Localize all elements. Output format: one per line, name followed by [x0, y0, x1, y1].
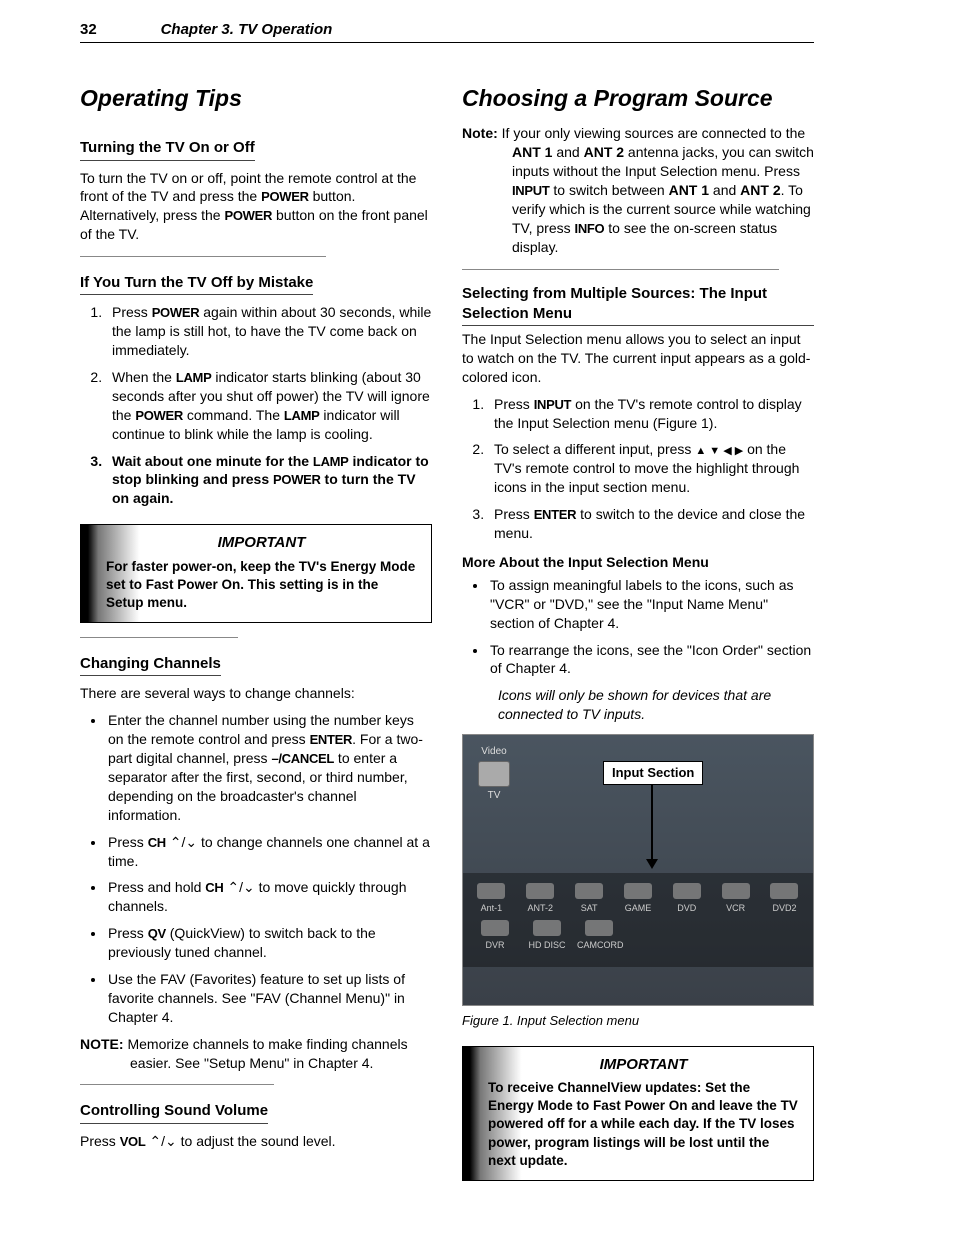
key-lamp: LAMP: [313, 454, 349, 469]
key-ch: CH: [205, 880, 223, 895]
key-info: INFO: [575, 221, 605, 236]
key-vol: VOL: [120, 1134, 146, 1149]
key-enter: ENTER: [310, 732, 353, 747]
arrow-down-icon: [651, 785, 653, 861]
important-box-1: IMPORTANT For faster power-on, keep the …: [80, 524, 432, 623]
figure-icon-strip: Ant-1 ANT-2 SAT GAME DVD VCR DVD2 DVR HD…: [463, 873, 813, 967]
important-title: IMPORTANT: [488, 1055, 799, 1075]
figure-input-selection: Video TV Input Section Ant-1 ANT-2 SAT G…: [462, 734, 814, 1006]
device-icon: CAMCORD: [577, 920, 621, 951]
para-input-intro: The Input Selection menu allows you to s…: [462, 330, 814, 387]
tv-icon: [478, 761, 510, 787]
key-power: POWER: [273, 472, 321, 487]
list-changing-channels: Enter the channel number using the numbe…: [80, 711, 432, 1026]
key-power: POWER: [261, 189, 309, 204]
important-body: For faster power-on, keep the TV's Energ…: [106, 558, 417, 613]
subhead-turning-on-off: Turning the TV On or Off: [80, 138, 255, 160]
list-item: Press QV (QuickView) to switch back to t…: [106, 924, 432, 962]
left-column: Operating Tips Turning the TV On or Off …: [80, 83, 432, 1195]
chevron-up-down-icon: ⌃/⌄: [166, 834, 197, 850]
subhead-changing-channels: Changing Channels: [80, 654, 221, 676]
icon-row: DVR HD DISC CAMCORD: [467, 920, 809, 951]
key-lamp: LAMP: [176, 370, 212, 385]
important-title: IMPORTANT: [106, 533, 417, 553]
key-power: POWER: [224, 208, 272, 223]
list-more-input: To assign meaningful labels to the icons…: [462, 576, 814, 678]
key-power: POWER: [152, 305, 200, 320]
note-memorize: NOTE: Memorize channels to make finding …: [80, 1035, 432, 1073]
note-icons-shown: Icons will only be shown for devices tha…: [498, 686, 814, 724]
list-item: Use the FAV (Favorites) feature to set u…: [106, 970, 432, 1027]
list-item: Press INPUT on the TV's remote control t…: [488, 395, 814, 433]
device-icon: SAT: [567, 883, 611, 914]
list-off-by-mistake: Press POWER again within about 30 second…: [80, 303, 432, 508]
icon-row: Ant-1 ANT-2 SAT GAME DVD VCR DVD2: [467, 883, 809, 914]
figure-video-label: Video TV: [473, 745, 515, 802]
divider: [462, 269, 779, 270]
key-qv: QV: [148, 926, 166, 941]
list-item: Enter the channel number using the numbe…: [106, 711, 432, 824]
divider: [80, 256, 326, 257]
device-icon: VCR: [714, 883, 758, 914]
figure-caption: Figure 1. Input Selection menu: [462, 1012, 814, 1030]
important-box-2: IMPORTANT To receive ChannelView updates…: [462, 1046, 814, 1181]
key-input: INPUT: [512, 183, 550, 198]
heading-operating-tips: Operating Tips: [80, 83, 432, 114]
divider: [80, 1084, 274, 1085]
subhead-off-by-mistake: If You Turn the TV Off by Mistake: [80, 273, 313, 295]
divider: [80, 637, 238, 638]
heading-choosing-source: Choosing a Program Source: [462, 83, 814, 114]
device-icon: DVD: [665, 883, 709, 914]
device-icon: HD DISC: [525, 920, 569, 951]
list-item: Press CH ⌃/⌄ to change channels one chan…: [106, 833, 432, 871]
list-item: To select a different input, press ▲ ▼ ◀…: [488, 440, 814, 497]
list-item: Press ENTER to switch to the device and …: [488, 505, 814, 543]
chevron-up-down-icon: ⌃/⌄: [146, 1133, 177, 1149]
device-icon: Ant-1: [469, 883, 513, 914]
list-input-steps: Press INPUT on the TV's remote control t…: [462, 395, 814, 543]
para-turning-on-off: To turn the TV on or off, point the remo…: [80, 169, 432, 245]
para-sound-volume: Press VOL ⌃/⌄ to adjust the sound level.: [80, 1132, 432, 1151]
chevron-up-down-icon: ⌃/⌄: [223, 879, 254, 895]
figure-callout-label: Input Section: [603, 761, 703, 785]
content-columns: Operating Tips Turning the TV On or Off …: [80, 83, 814, 1195]
list-item: To assign meaningful labels to the icons…: [488, 576, 814, 633]
key-power: POWER: [135, 408, 183, 423]
right-column: Choosing a Program Source Note: If your …: [462, 83, 814, 1195]
chapter-title: Chapter 3. TV Operation: [161, 21, 333, 38]
key-input: INPUT: [534, 397, 572, 412]
subhead-more-input: More About the Input Selection Menu: [462, 553, 814, 572]
list-item: When the LAMP indicator starts blinking …: [106, 368, 432, 444]
device-icon: GAME: [616, 883, 660, 914]
list-item: To rearrange the icons, see the "Icon Or…: [488, 641, 814, 679]
para-changing-intro: There are several ways to change channel…: [80, 684, 432, 703]
key-cancel: –/CANCEL: [271, 751, 334, 766]
page-number: 32: [80, 21, 97, 38]
list-item: Press and hold CH ⌃/⌄ to move quickly th…: [106, 878, 432, 916]
arrow-keys-icon: ▲ ▼ ◀ ▶: [695, 445, 743, 457]
note-antenna: Note: If your only viewing sources are c…: [462, 124, 814, 256]
subhead-sound-volume: Controlling Sound Volume: [80, 1101, 268, 1123]
device-icon: ANT-2: [518, 883, 562, 914]
list-item: Press POWER again within about 30 second…: [106, 303, 432, 360]
list-item: Wait about one minute for the LAMP indic…: [106, 452, 432, 509]
subhead-input-selection: Selecting from Multiple Sources: The Inp…: [462, 284, 814, 327]
device-icon: DVR: [473, 920, 517, 951]
key-enter: ENTER: [534, 507, 577, 522]
key-ch: CH: [148, 835, 166, 850]
key-lamp: LAMP: [284, 408, 320, 423]
important-body: To receive ChannelView updates: Set the …: [488, 1079, 799, 1170]
device-icon: DVD2: [762, 883, 806, 914]
page-header: 32 Chapter 3. TV Operation: [80, 20, 814, 43]
